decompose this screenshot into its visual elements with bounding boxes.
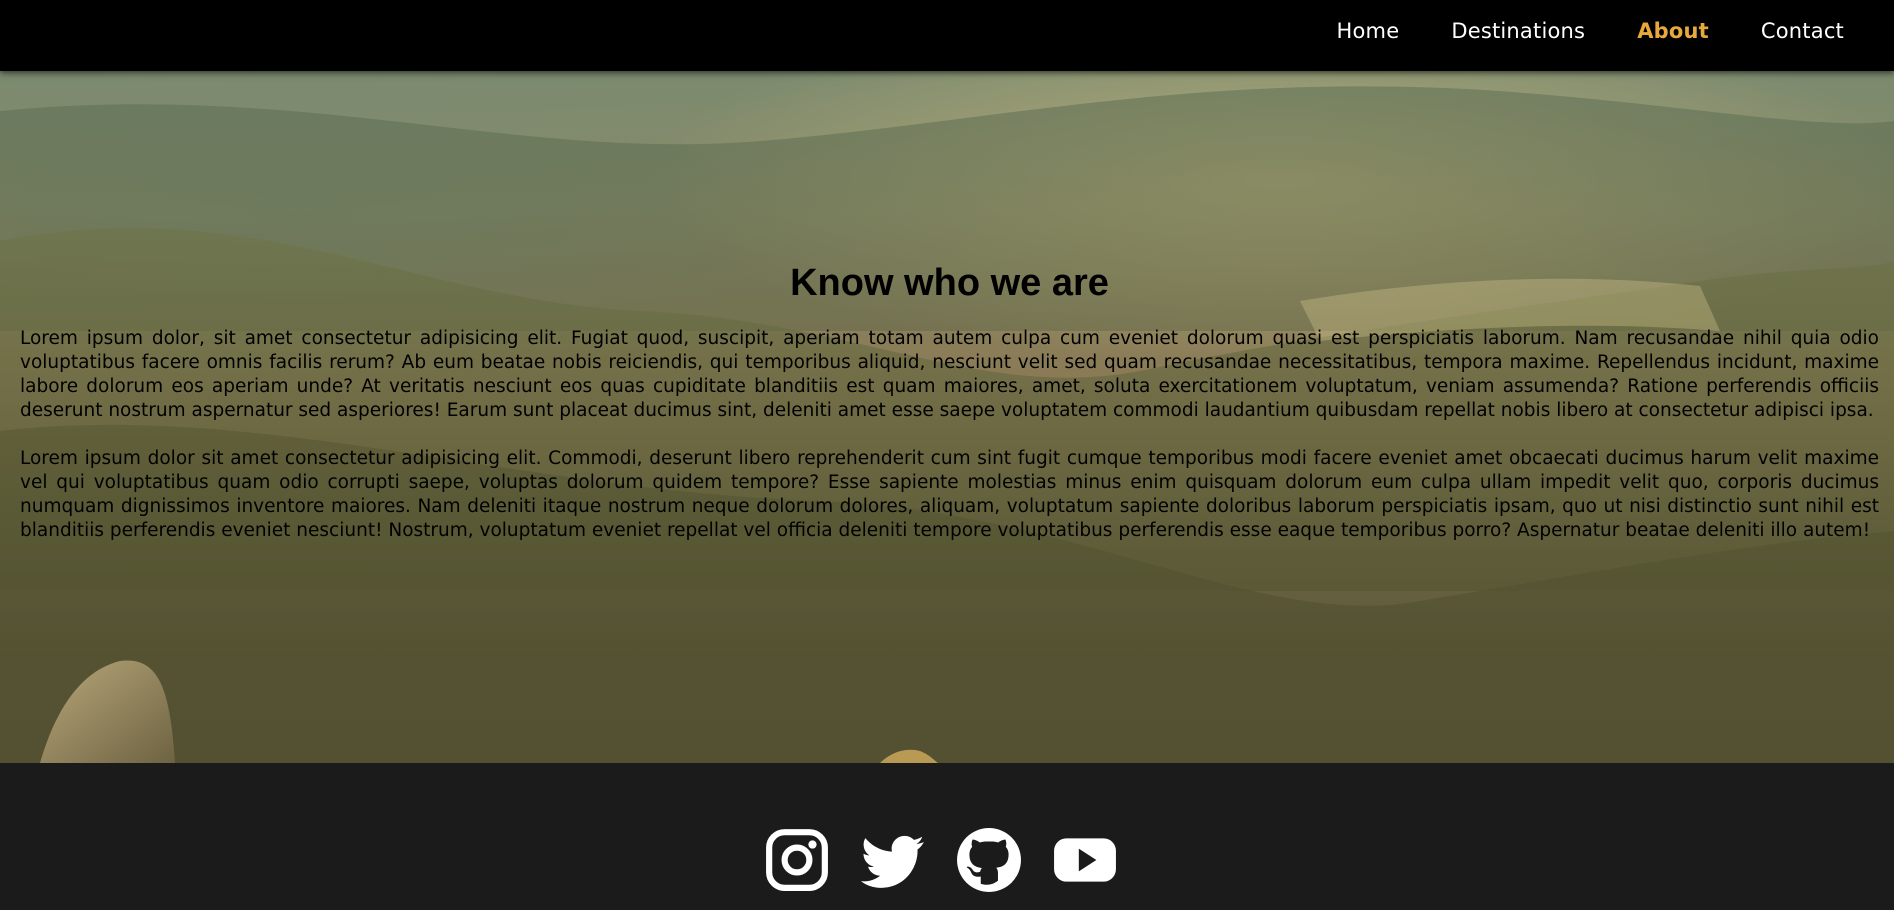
nav-link-about[interactable]: About <box>1637 19 1709 43</box>
about-hero-section: Know who we are Lorem ipsum dolor, sit a… <box>0 71 1894 763</box>
instagram-icon[interactable] <box>764 827 830 893</box>
about-paragraph-1: Lorem ipsum dolor, sit amet consectetur … <box>20 328 1879 421</box>
about-paragraph-2: Lorem ipsum dolor sit amet consectetur a… <box>20 448 1879 541</box>
nav-link-destinations[interactable]: Destinations <box>1451 19 1585 43</box>
nav-links: Home Destinations About Contact <box>1337 0 1845 61</box>
twitter-icon[interactable] <box>860 827 926 893</box>
nav-link-contact[interactable]: Contact <box>1761 19 1844 43</box>
about-content: Know who we are Lorem ipsum dolor, sit a… <box>20 261 1879 543</box>
footer <box>0 763 1894 910</box>
youtube-icon[interactable] <box>1052 827 1118 893</box>
page-title: Know who we are <box>790 262 1109 304</box>
nav-link-home[interactable]: Home <box>1337 19 1400 43</box>
top-navbar: Home Destinations About Contact <box>0 0 1894 71</box>
social-links <box>764 827 1118 893</box>
github-icon[interactable] <box>956 827 1022 893</box>
